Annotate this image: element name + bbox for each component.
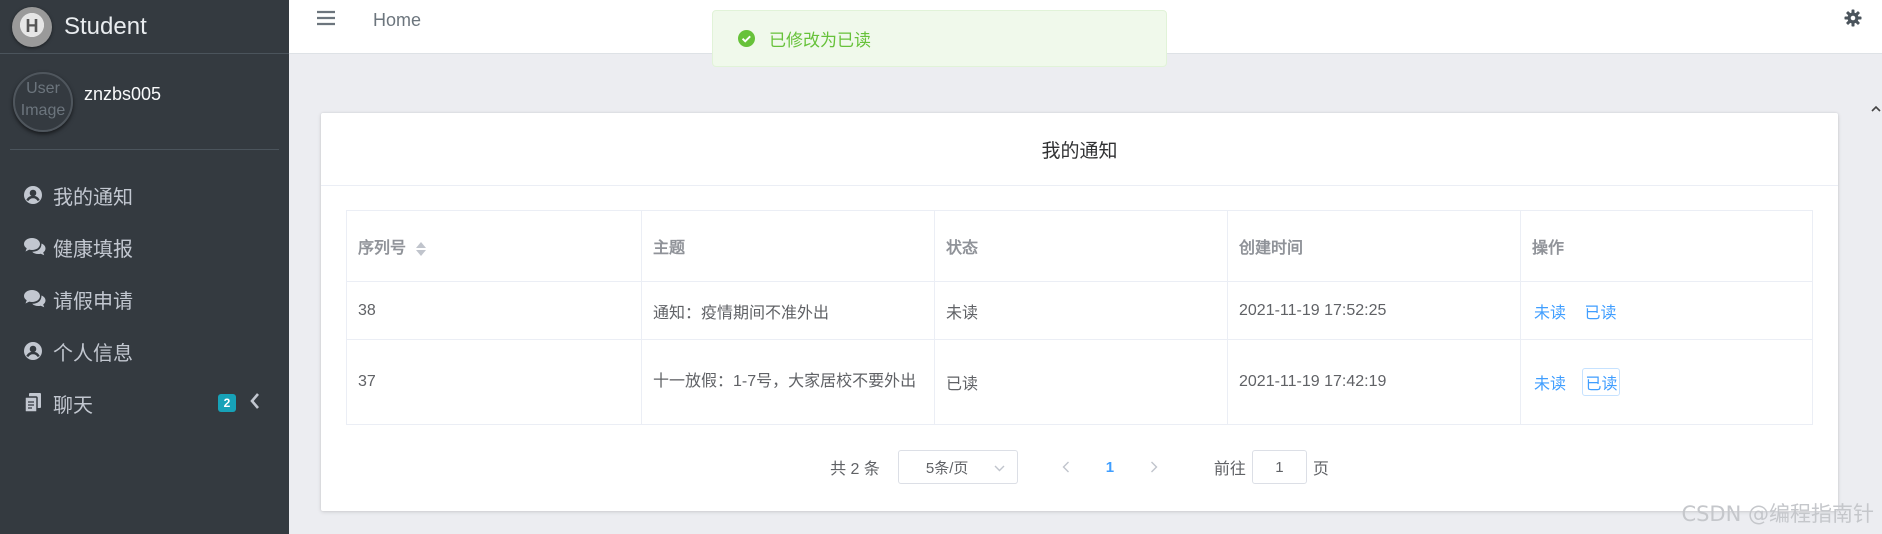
- chevron-left-icon[interactable]: [249, 392, 261, 416]
- cell-created: 2021-11-19 17:42:19: [1227, 339, 1521, 425]
- notifications-table: 序列号 主题 状态 创建时间 操作 38 通知：疫情期间不准外出 未读 2021…: [346, 210, 1813, 425]
- sort-icon[interactable]: [416, 241, 427, 256]
- sidebar-item-label: 请假申请: [53, 290, 133, 313]
- goto-suffix: 页: [1312, 461, 1329, 478]
- pagination-total: 共 2 条: [830, 461, 880, 478]
- sidebar-item-health-report[interactable]: 健康填报: [0, 221, 289, 273]
- user-panel: User Image znzbs005: [10, 54, 279, 150]
- sidebar-item-label: 健康填报: [53, 238, 133, 261]
- page-number-current[interactable]: 1: [1094, 459, 1126, 476]
- watermark: CSDN @编程指南针: [1681, 502, 1874, 526]
- column-header-created: 创建时间: [1227, 210, 1521, 282]
- brand-text: Student: [64, 12, 147, 40]
- page-size-select[interactable]: 5条/页: [897, 450, 1018, 484]
- sidebar-item-chat[interactable]: 聊天 2: [0, 377, 289, 429]
- chat-badge: 2: [218, 394, 236, 412]
- goto-page-input[interactable]: [1251, 450, 1307, 484]
- column-header-subject: 主题: [641, 210, 935, 282]
- nav-home-link[interactable]: Home: [373, 10, 421, 31]
- sidebar-item-notifications[interactable]: 我的通知: [0, 169, 289, 221]
- table-header-row: 序列号 主题 状态 创建时间 操作: [346, 210, 1813, 282]
- mark-read-button[interactable]: 已读: [1582, 298, 1618, 324]
- gear-icon[interactable]: [1844, 9, 1862, 32]
- table-row: 37 十一放假：1-7号，大家居校不要外出 已读 2021-11-19 17:4…: [346, 339, 1813, 425]
- cell-actions: 未读 已读: [1520, 339, 1813, 425]
- page-size-value: 5条/页: [925, 459, 969, 477]
- cell-subject: 十一放假：1-7号，大家居校不要外出: [641, 339, 935, 425]
- mark-read-button[interactable]: 已读: [1582, 368, 1621, 396]
- notifications-card: 我的通知 序列号 主题 状态 创建时间 操作 38 通知：疫情期间不准外出 未读…: [321, 113, 1838, 511]
- sidebar-nav: 我的通知 健康填报 请假申请 个人信息 聊天 2: [0, 150, 289, 429]
- check-circle-icon: [738, 30, 755, 47]
- sidebar-item-label: 个人信息: [53, 342, 133, 365]
- sidebar-item-profile[interactable]: 个人信息: [0, 325, 289, 377]
- comments-icon: [23, 237, 53, 257]
- sidebar-item-label: 聊天: [53, 394, 93, 417]
- sidebar-item-label: 我的通知: [53, 186, 133, 209]
- prev-page-button[interactable]: [1050, 461, 1082, 473]
- pagination: 共 2 条 5条/页 1 前往 页: [321, 450, 1838, 484]
- user-name-link[interactable]: znzbs005: [84, 84, 161, 105]
- column-header-actions: 操作: [1520, 210, 1813, 282]
- sidebar-item-leave-request[interactable]: 请假申请: [0, 273, 289, 325]
- card-title: 我的通知: [321, 113, 1838, 186]
- user-avatar: User Image: [13, 71, 73, 132]
- cell-actions: 未读 已读: [1520, 281, 1813, 340]
- mark-unread-button[interactable]: 未读: [1532, 298, 1568, 324]
- mark-unread-button[interactable]: 未读: [1532, 369, 1568, 395]
- cell-id: 37: [346, 339, 642, 425]
- sidebar: H Student User Image znzbs005 我的通知 健康填报 …: [0, 0, 289, 534]
- cell-subject: 通知：疫情期间不准外出: [641, 281, 935, 340]
- scroll-up-icon[interactable]: [1871, 100, 1881, 118]
- next-page-button[interactable]: [1138, 461, 1170, 473]
- copy-icon: [23, 392, 53, 414]
- user-circle-icon: [23, 185, 53, 205]
- goto-label: 前往: [1213, 461, 1246, 478]
- cell-id: 38: [346, 281, 642, 340]
- cell-status: 已读: [934, 339, 1228, 425]
- column-header-status: 状态: [934, 210, 1228, 282]
- menu-toggle-icon[interactable]: [317, 10, 335, 31]
- cell-status: 未读: [934, 281, 1228, 340]
- toast-message: 已修改为已读: [769, 31, 871, 50]
- user-circle-icon: [23, 341, 53, 361]
- cell-created: 2021-11-19 17:52:25: [1227, 281, 1521, 340]
- table-row: 38 通知：疫情期间不准外出 未读 2021-11-19 17:52:25 未读…: [346, 281, 1813, 340]
- chevron-down-icon: [994, 459, 1005, 476]
- comments-icon: [23, 289, 53, 309]
- column-header-id[interactable]: 序列号: [346, 210, 642, 282]
- brand-link[interactable]: H Student: [0, 0, 289, 54]
- success-toast: 已修改为已读: [712, 10, 1167, 67]
- brand-logo: H: [12, 6, 52, 47]
